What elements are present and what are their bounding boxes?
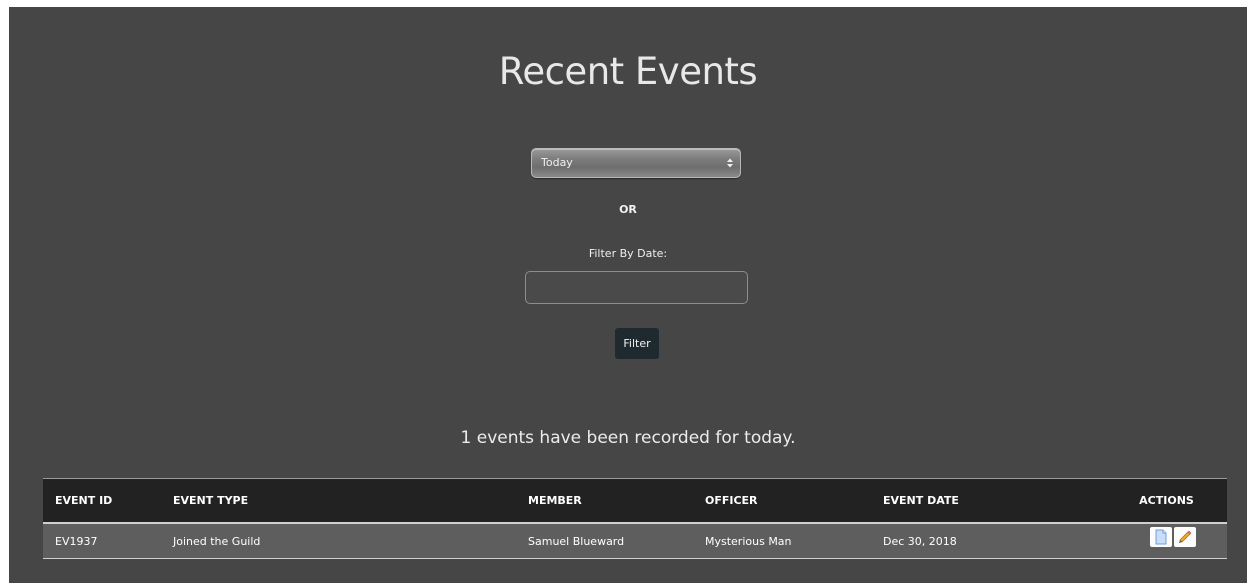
table-row: EV1937 Joined the Guild Samuel Blueward … [43, 523, 1227, 559]
cell-member: Samuel Blueward [516, 523, 693, 559]
cell-event-id: EV1937 [43, 523, 161, 559]
filter-button[interactable]: Filter [615, 328, 659, 359]
table-header-row: EVENT ID EVENT TYPE MEMBER OFFICER EVENT… [43, 478, 1227, 524]
filter-date-input[interactable] [525, 271, 748, 304]
page-title: Recent Events [498, 49, 758, 93]
view-document-icon [1155, 529, 1166, 545]
view-event-button[interactable] [1149, 527, 1172, 547]
edit-pencil-icon [1178, 530, 1191, 543]
events-summary: 1 events have been recorded for today. [460, 428, 796, 448]
column-header-officer: OFFICER [693, 478, 871, 524]
cell-event-type: Joined the Guild [161, 523, 516, 559]
column-header-actions: ACTIONS [1106, 478, 1227, 524]
column-header-member: MEMBER [516, 478, 693, 524]
cell-actions [1106, 523, 1227, 559]
filter-by-date-label: Filter By Date: [588, 247, 668, 260]
cell-event-date: Dec 30, 2018 [871, 523, 1106, 559]
or-separator: OR [619, 203, 637, 216]
date-range-select-value: Today [541, 156, 573, 169]
events-table: EVENT ID EVENT TYPE MEMBER OFFICER EVENT… [43, 478, 1227, 559]
column-header-event-id: EVENT ID [43, 478, 161, 524]
edit-event-button[interactable] [1173, 527, 1196, 547]
column-header-event-type: EVENT TYPE [161, 478, 516, 524]
events-panel: Recent Events Today OR Filter By Date: F… [9, 7, 1247, 583]
cell-officer: Mysterious Man [693, 523, 871, 559]
column-header-event-date: EVENT DATE [871, 478, 1106, 524]
date-range-select[interactable]: Today [531, 148, 741, 178]
select-arrows-icon [727, 158, 733, 168]
